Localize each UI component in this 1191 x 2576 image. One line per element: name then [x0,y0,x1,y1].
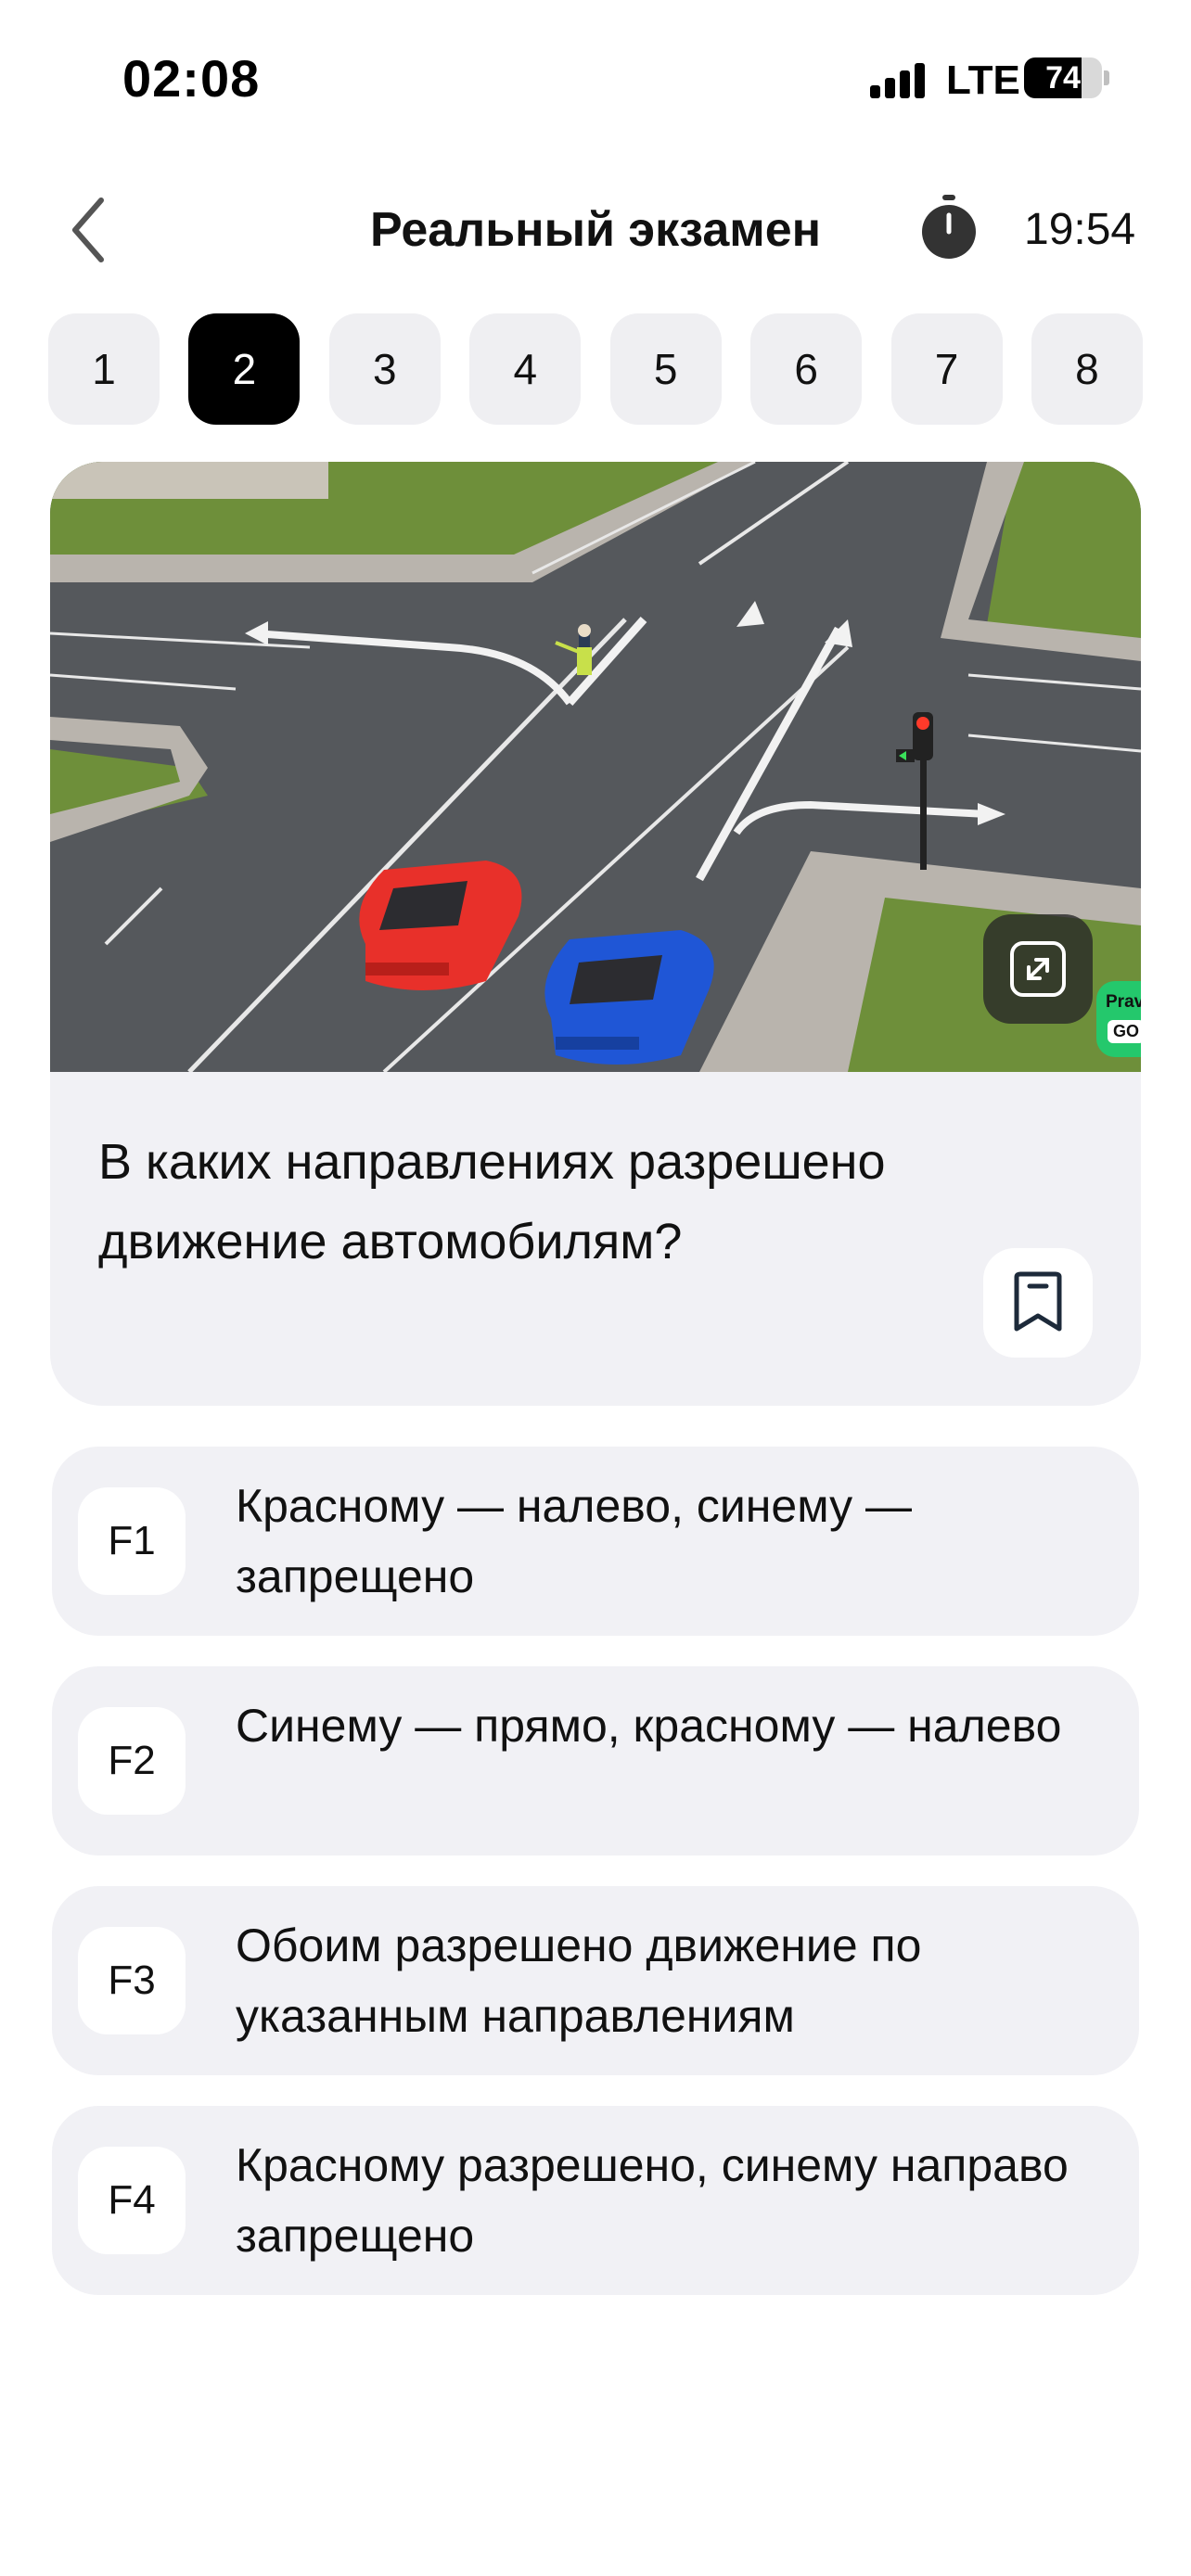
header: Реальный экзамен 19:54 [0,176,1191,278]
expand-icon [1010,941,1066,997]
question-number-3[interactable]: 3 [328,313,441,425]
answer-option-f4[interactable]: F4 Красному разрешено, синему направо за… [52,2106,1139,2295]
answer-key: F2 [78,1707,186,1815]
battery-icon: 74 [1024,57,1109,98]
question-number-4[interactable]: 4 [469,313,582,425]
intersection-scene-image [50,462,1141,1072]
question-number-1[interactable]: 1 [48,313,160,425]
question-number-8[interactable]: 8 [1031,313,1143,425]
timer-value: 19:54 [1024,205,1136,254]
answer-text: Обоим разрешено движение по указанным на… [236,1919,922,2042]
status-time: 02:08 [122,49,261,108]
battery-level: 74 [1045,60,1081,96]
answer-key: F4 [78,2147,186,2254]
answer-text: Красному — налево, синему — запрещено [236,1480,913,1602]
question-number-6[interactable]: 6 [750,313,863,425]
answer-key: F3 [78,1927,186,2034]
question-text: В каких направлениях разрешено движение … [98,1134,886,1269]
signal-icon [870,61,926,98]
question-card: Prava GO В каких направлениях разрешено … [50,462,1141,1406]
answer-text: Синему — прямо, красному — налево [236,1700,1062,1752]
answer-option-f2[interactable]: F2 Синему — прямо, красному — налево [52,1666,1139,1855]
page-title: Реальный экзамен [369,203,822,257]
status-bar: 02:08 LTE 74 [0,0,1191,158]
question-number-7[interactable]: 7 [890,313,1003,425]
expand-image-button[interactable] [983,914,1093,1024]
network-type: LTE [946,57,1020,103]
answer-text: Красному разрешено, синему направо запре… [236,2139,1069,2262]
answer-key: F1 [78,1487,186,1595]
logo-text-go: GO [1108,1020,1141,1043]
question-number-5[interactable]: 5 [609,313,722,425]
question-number-bar: 1 2 3 4 5 6 7 8 [48,313,1143,425]
bookmark-button[interactable] [983,1248,1093,1358]
bookmark-icon [1014,1271,1062,1332]
logo-text-prava: Prava [1106,992,1141,1012]
stopwatch-icon [918,193,980,260]
answer-option-f1[interactable]: F1 Красному — налево, синему — запрещено [52,1447,1139,1636]
question-number-2[interactable]: 2 [188,313,301,425]
answer-option-f3[interactable]: F3 Обоим разрешено движение по указанным… [52,1886,1139,2075]
prava-go-logo: Prava GO [1096,981,1141,1057]
